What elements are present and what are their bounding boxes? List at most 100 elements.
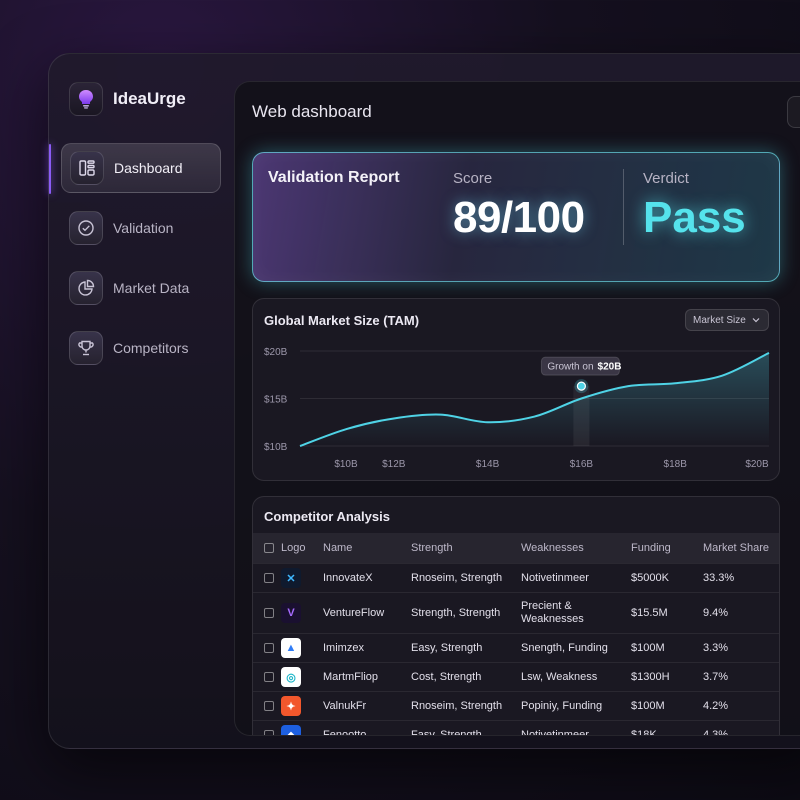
x-tick-label: $16B	[570, 459, 594, 470]
company-logo-icon: V	[281, 603, 301, 623]
table-row[interactable]: ▲ Imimzex Easy, Strength Snength, Funding $1…	[253, 633, 779, 662]
weakness-cell: Snength, Funding	[521, 641, 608, 654]
funding-cell: $100M	[631, 642, 665, 654]
y-tick-label: $10B	[264, 442, 288, 453]
company-name: MartmFliop	[323, 671, 379, 683]
sidebar-item-market-data[interactable]: Market Data	[61, 263, 221, 313]
sidebar-nav: Dashboard Validation Market Data Competi…	[49, 143, 221, 383]
market-size-chart: $20B$15B$10B$10B $12B $14B $16B $18B $20BGrow…	[264, 347, 770, 470]
main-content: Web dashboard Validation Report Score 89…	[234, 81, 800, 736]
check-circle-icon	[69, 211, 103, 245]
pie-chart-icon	[69, 271, 103, 305]
x-tick-label: $18B	[664, 459, 688, 470]
column-header[interactable]: Strength	[411, 542, 521, 554]
market-share-cell: 33.3%	[703, 572, 735, 584]
score-label: Score	[453, 170, 493, 187]
strength-cell: Easy, Strength	[411, 642, 483, 654]
app-window: IdeaUrge Dashboard Validation Market Dat…	[48, 53, 800, 749]
column-header[interactable]: Name	[323, 542, 411, 554]
sidebar-item-dashboard[interactable]: Dashboard	[49, 143, 221, 194]
table-title: Competitor Analysis	[264, 509, 390, 524]
company-logo-icon: ◆	[281, 725, 301, 735]
table-row[interactable]: ✦ ValnukFr Rnoseim, Strength Popiniy, Fundi…	[253, 691, 779, 720]
market-share-cell: 4.3%	[703, 729, 729, 736]
market-share-cell: 3.7%	[703, 671, 729, 683]
funding-cell: $1300H	[631, 671, 670, 683]
sidebar-item-label: Validation	[113, 220, 174, 236]
app-name: IdeaUrge	[113, 89, 186, 108]
area-fill	[300, 352, 769, 446]
row-checkbox[interactable]	[264, 701, 274, 711]
highlight-band	[573, 386, 590, 446]
validation-report-card: Validation Report Score 89/100 Verdict P…	[252, 152, 780, 282]
funding-cell: $5000K	[631, 572, 669, 584]
weakness-cell: Precient & Weaknesses	[521, 600, 584, 625]
notifications-button[interactable]	[787, 96, 800, 128]
sidebar-item-label: Competitors	[113, 340, 189, 356]
competitor-analysis-panel: Competitor Analysis Logo Name Strength W…	[252, 496, 780, 736]
company-name: ValnukFr	[323, 700, 367, 712]
row-checkbox[interactable]	[264, 573, 274, 583]
strength-cell: Rnoseim, Strength	[411, 572, 503, 584]
row-checkbox[interactable]	[264, 643, 274, 653]
report-divider	[623, 169, 624, 245]
sidebar-item-label: Dashboard	[114, 160, 183, 176]
strength-cell: Strength, Strength	[411, 607, 501, 619]
strength-cell: Fasv, Strength	[411, 729, 482, 736]
x-tick-label: $20B	[745, 459, 769, 470]
tooltip-value: $20B	[598, 362, 622, 373]
funding-cell: $100M	[631, 700, 665, 712]
score-value: 89/100	[453, 193, 585, 242]
brand[interactable]: IdeaUrge	[69, 82, 186, 116]
strength-cell: Cost, Strength	[411, 671, 482, 683]
page-title: Web dashboard	[252, 102, 372, 121]
weakness-cell: Lsw, Weakness	[521, 670, 598, 683]
sidebar-item-competitors[interactable]: Competitors	[61, 323, 221, 373]
x-tick-label: $14B	[476, 459, 500, 470]
lightbulb-icon	[69, 82, 103, 116]
sidebar-item-validation[interactable]: Validation	[61, 203, 221, 253]
weakness-cell: Popiniy, Funding	[521, 699, 603, 712]
market-size-panel: Global Market Size (TAM) Market Size $20…	[252, 298, 780, 481]
tooltip-text: Growth on $20B	[547, 362, 621, 373]
report-title: Validation Report	[268, 169, 400, 186]
select-all-checkbox[interactable]	[264, 543, 274, 553]
trophy-icon	[69, 331, 103, 365]
highlight-point	[576, 381, 586, 391]
market-share-cell: 4.2%	[703, 700, 729, 712]
table-header: Logo Name Strength Weaknesses Funding Ma…	[253, 533, 779, 563]
verdict-label: Verdict	[643, 170, 689, 187]
sidebar-item-label: Market Data	[113, 280, 190, 296]
verdict-value: Pass	[643, 193, 746, 242]
x-tick-label: $10B	[334, 459, 358, 470]
funding-cell: $15.5M	[631, 607, 668, 619]
funding-cell: $18K	[631, 729, 657, 736]
table-row[interactable]: ✕ InnovateX Rnoseim, Strength Notivetinmeer…	[253, 563, 779, 592]
table-row[interactable]: ◎ MartmFliop Cost, Strength Lsw, Weakness $1…	[253, 662, 779, 691]
dashboard-icon	[70, 151, 104, 185]
tooltip-label: Growth on	[547, 362, 593, 373]
strength-cell: Rnoseim, Strength	[411, 700, 503, 712]
market-share-cell: 3.3%	[703, 642, 729, 654]
weakness-cell: Notivetinmeer	[521, 728, 589, 736]
table-row[interactable]: ◆ Fenootto Fasv, Strength Notivetinmeer $18K…	[253, 720, 779, 736]
market-share-cell: 9.4%	[703, 607, 729, 619]
weakness-cell: Notivetinmeer	[521, 571, 589, 584]
row-checkbox[interactable]	[264, 672, 274, 682]
company-name: VentureFlow	[323, 607, 385, 619]
company-name: Imimzex	[323, 642, 364, 654]
y-tick-label: $20B	[264, 347, 288, 358]
row-checkbox[interactable]	[264, 608, 274, 618]
column-header[interactable]: Weaknesses	[521, 542, 631, 555]
x-tick-label: $12B	[382, 459, 406, 470]
company-name: Fenootto	[323, 729, 367, 736]
column-header[interactable]: Logo	[281, 542, 323, 554]
company-name: InnovateX	[323, 572, 373, 584]
company-logo-icon: ◎	[281, 667, 301, 687]
table-row[interactable]: V VentureFlow Strength, Strength Precient &…	[253, 592, 779, 633]
company-logo-icon: ✦	[281, 696, 301, 716]
row-checkbox[interactable]	[264, 730, 274, 735]
y-tick-label: $15B	[264, 395, 288, 406]
column-header[interactable]: Market Share	[703, 542, 779, 554]
column-header[interactable]: Funding	[631, 542, 703, 554]
